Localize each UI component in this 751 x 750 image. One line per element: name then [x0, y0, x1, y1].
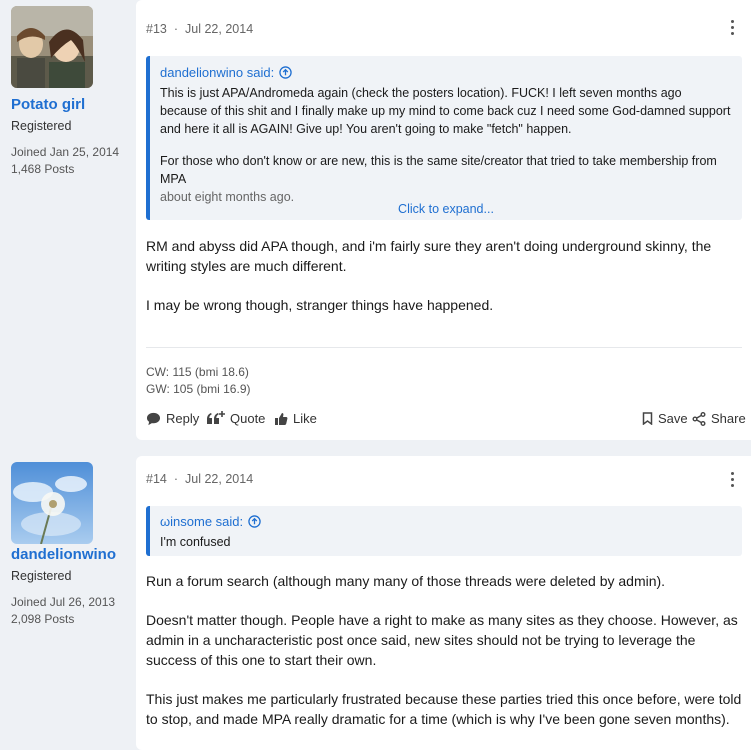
- quote-paragraph: I'm confused: [160, 535, 231, 549]
- arrow-up-circle-icon[interactable]: [248, 515, 261, 528]
- quote-paragraph-text: For those who don't know or are new, thi…: [160, 154, 717, 186]
- reply-button[interactable]: Reply: [146, 411, 199, 426]
- post-number[interactable]: #13: [146, 22, 167, 36]
- quote-text: This is just APA/Andromeda again (check …: [160, 84, 732, 206]
- message-paragraph: Run a forum search (although many many o…: [146, 573, 666, 589]
- post-body: #13 · Jul 22, 2014 dandelionwino said: Thi…: [136, 0, 751, 440]
- signature-line: GW: 105 (bmi 16.9): [146, 382, 251, 396]
- click-to-expand-link[interactable]: Click to expand...: [150, 202, 742, 216]
- post-13: Potato girl Registered Joined Jan 25, 20…: [0, 0, 751, 440]
- post-number[interactable]: #14: [146, 472, 167, 486]
- share-icon: [692, 411, 706, 426]
- post-count: 1,468 Posts: [11, 162, 75, 176]
- quote-text: I'm confused: [160, 533, 732, 551]
- signature-line: CW: 115 (bmi 18.6): [146, 365, 249, 379]
- save-label[interactable]: Save: [658, 411, 688, 426]
- join-date: Joined Jul 26, 2013: [11, 595, 116, 609]
- message-paragraph: This just makes me particularly frustrat…: [146, 691, 742, 727]
- post-message: RM and abyss did APA though, and i'm fai…: [146, 236, 742, 315]
- like-button[interactable]: Like: [274, 411, 317, 426]
- message-paragraph: Doesn't matter though. People have a rig…: [146, 612, 738, 668]
- save-button[interactable]: Save: [642, 411, 688, 426]
- username[interactable]: dandelionwino: [11, 546, 116, 563]
- post-14: dandelionwino Registered Joined Jul 26, …: [0, 456, 751, 750]
- message-paragraph: I may be wrong though, stranger things h…: [146, 297, 494, 313]
- post-date[interactable]: Jul 22, 2014: [185, 472, 253, 486]
- message-paragraph: RM and abyss did APA though, and i'm fai…: [146, 238, 712, 274]
- join-date: Joined Jan 25, 2014: [11, 145, 120, 159]
- avatar[interactable]: [11, 6, 93, 88]
- quote-label[interactable]: Quote: [230, 411, 265, 426]
- more-options-icon[interactable]: [731, 20, 735, 36]
- signature-divider: [146, 347, 742, 348]
- user-title: Registered: [11, 119, 72, 133]
- post-meta: #13 · Jul 22, 2014: [146, 22, 254, 36]
- share-button[interactable]: Share: [692, 411, 746, 426]
- like-label[interactable]: Like: [293, 411, 317, 426]
- reply-label[interactable]: Reply: [166, 411, 199, 426]
- post-date[interactable]: Jul 22, 2014: [185, 22, 253, 36]
- user-title: Registered: [11, 569, 72, 583]
- quote-block: dandelionwino said: This is just APA/And…: [146, 56, 742, 220]
- more-options-icon[interactable]: [731, 472, 735, 488]
- post-count: 2,098 Posts: [11, 612, 75, 626]
- quote-author-label[interactable]: ωinsome said:: [160, 514, 243, 529]
- quote-icon: [207, 411, 225, 424]
- quote-paragraph: For those who don't know or are new, thi…: [160, 152, 732, 206]
- username[interactable]: Potato girl: [11, 96, 85, 113]
- post-body: #14 · Jul 22, 2014 ωinsome said: I'm confu…: [136, 456, 751, 750]
- quote-author[interactable]: ωinsome said:: [160, 514, 261, 529]
- post-message: Run a forum search (although many many o…: [146, 571, 742, 729]
- quote-block: ωinsome said: I'm confused: [146, 506, 742, 556]
- reply-icon: [146, 412, 161, 425]
- arrow-up-circle-icon[interactable]: [279, 66, 292, 79]
- share-label[interactable]: Share: [711, 411, 746, 426]
- post-meta: #14 · Jul 22, 2014: [146, 472, 254, 486]
- user-info: dandelionwino Registered Joined Jul 26, …: [0, 456, 136, 750]
- quote-author-label[interactable]: dandelionwino said:: [160, 65, 274, 80]
- avatar[interactable]: [11, 462, 93, 544]
- quote-button[interactable]: Quote: [206, 411, 265, 426]
- post-actions: Reply Quote Like Save Share: [146, 411, 746, 431]
- signature: CW: 115 (bmi 18.6) GW: 105 (bmi 16.9): [146, 364, 250, 398]
- quote-author[interactable]: dandelionwino said:: [160, 65, 292, 80]
- quote-paragraph: This is just APA/Andromeda again (check …: [160, 86, 731, 136]
- thumbs-up-icon: [275, 412, 288, 425]
- bookmark-icon: [642, 412, 653, 425]
- user-info: Potato girl Registered Joined Jan 25, 20…: [0, 0, 136, 440]
